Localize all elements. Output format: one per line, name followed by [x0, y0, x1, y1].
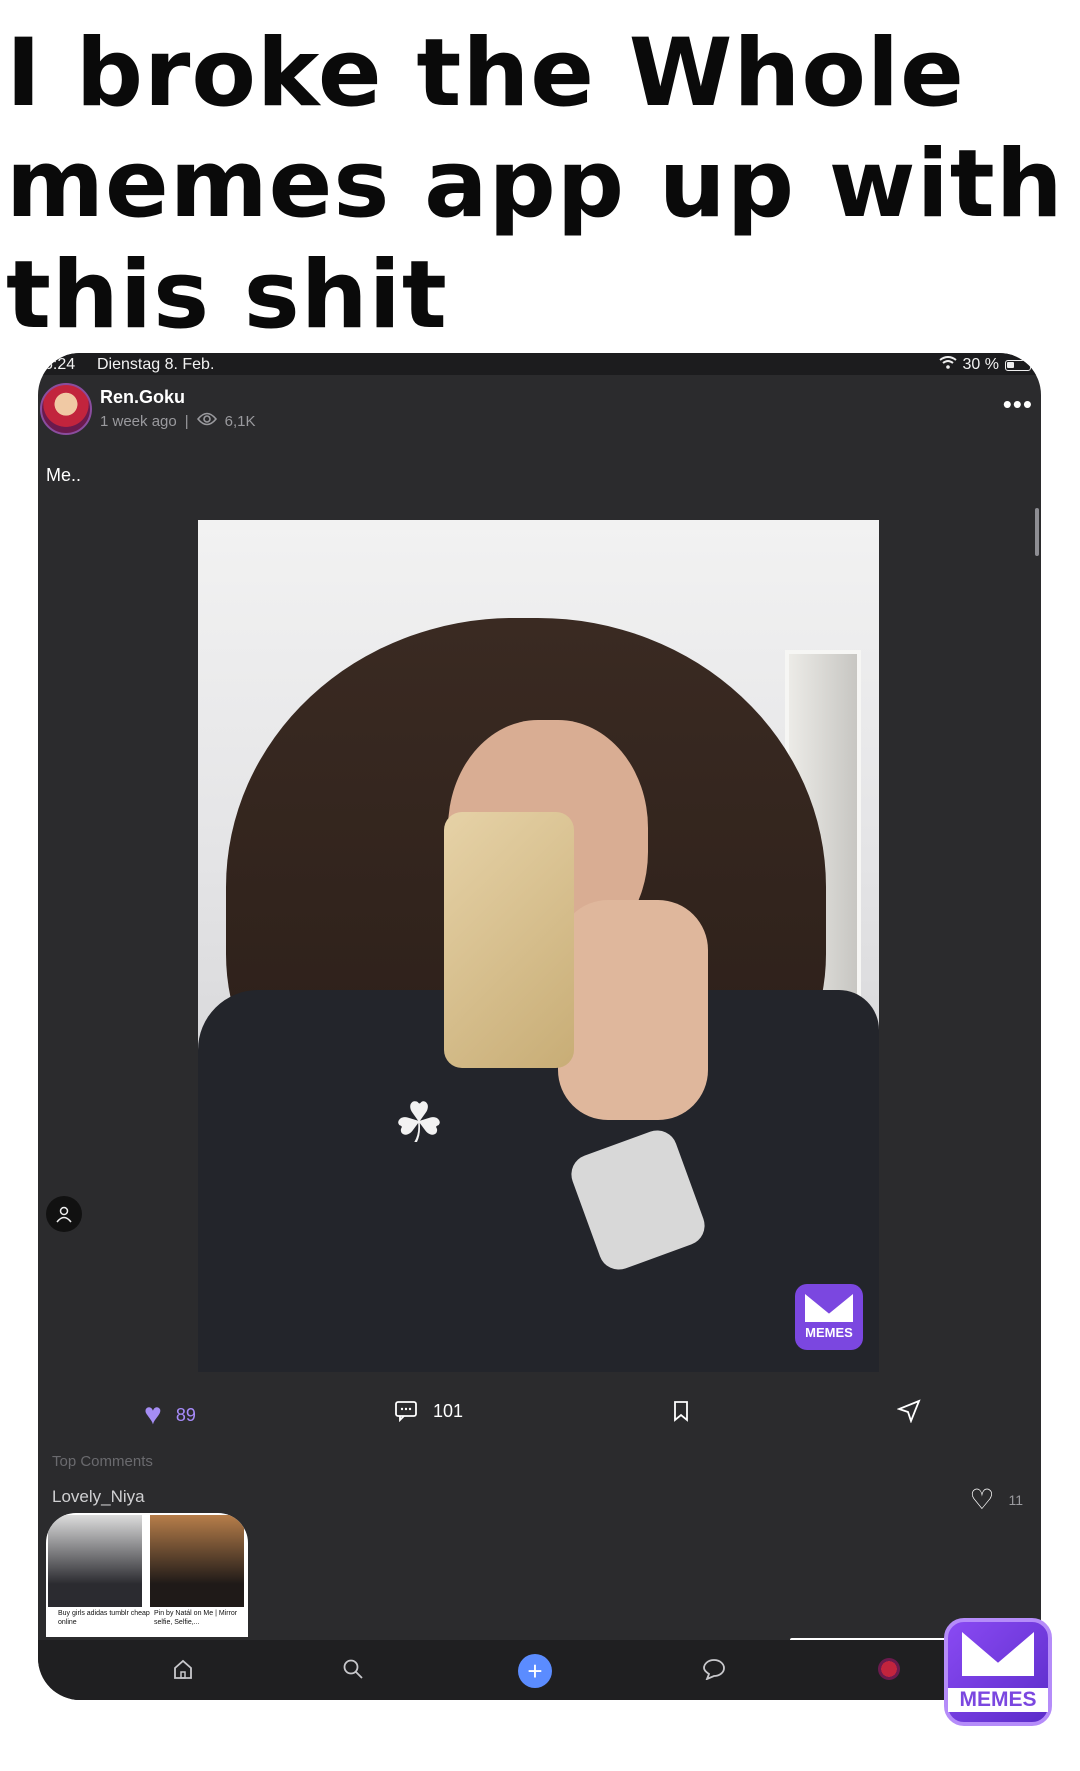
plus-icon[interactable]: + [518, 1654, 552, 1688]
user-icon[interactable] [46, 1196, 82, 1232]
avatar[interactable] [40, 383, 92, 435]
memes-watermark: MEMES [795, 1284, 863, 1350]
scrollbar[interactable] [1035, 508, 1039, 556]
search-icon[interactable] [342, 1658, 364, 1686]
comment-count: 101 [433, 1400, 464, 1421]
wifi-icon [938, 356, 957, 374]
memes-app-logo: MEMES [944, 1618, 1052, 1726]
battery-icon [1005, 359, 1031, 371]
post-username[interactable]: Ren.Goku [100, 387, 185, 408]
post-meta: 1 week ago | 6,1K [100, 412, 256, 430]
post-image[interactable]: ☘ MEMES [198, 520, 879, 1372]
envelope-icon [962, 1632, 1034, 1676]
comment-thumb-1 [48, 1515, 142, 1607]
meme-caption: I broke the Whole memes app up with this… [6, 19, 1064, 350]
chat-icon[interactable] [702, 1658, 726, 1686]
share-button[interactable] [896, 1398, 922, 1424]
home-icon[interactable] [172, 1658, 194, 1686]
comment-button[interactable]: 101 [393, 1398, 463, 1424]
status-date: Dienstag 8. Feb. [97, 356, 215, 373]
like-button[interactable]: ♥ 89 [144, 1398, 196, 1432]
comment-like-count: 11 [1008, 1491, 1023, 1508]
comment-like-button[interactable]: ♡ 11 [969, 1483, 1023, 1516]
status-bar: 6:24 Dienstag 8. Feb. 30 % [38, 353, 1041, 375]
send-icon [896, 1398, 922, 1424]
bottom-nav: + [38, 1640, 1041, 1700]
bookmark-button[interactable] [668, 1398, 694, 1424]
comment-thumb-2 [150, 1515, 244, 1607]
meta-separator: | [184, 412, 189, 430]
status-time: 6:24 [44, 356, 76, 373]
shirt-logo: ☘ [393, 1091, 445, 1154]
post-actions: ♥ 89 101 [38, 1398, 1041, 1438]
photo-hand [558, 900, 708, 1120]
battery-percentage: 30 % [962, 356, 999, 373]
tablet-screenshot: 6:24 Dienstag 8. Feb. 30 % Ren.Goku 1 we… [38, 353, 1041, 1700]
status-right: 30 % [938, 356, 1031, 374]
comment-image[interactable]: Buy girls adidas tumblr cheap online Pin… [46, 1513, 248, 1637]
like-count: 89 [175, 1404, 196, 1425]
heart-icon: ♥ [144, 1398, 162, 1431]
eye-icon [196, 412, 217, 430]
comment-username[interactable]: Lovely_Niya [52, 1487, 145, 1507]
comment-icon [393, 1398, 419, 1424]
post-text: Me.. [46, 465, 82, 485]
heart-outline-icon: ♡ [969, 1484, 995, 1515]
post-views: 6,1K [224, 412, 256, 430]
memes-logo-text: MEMES [948, 1688, 1048, 1712]
bookmark-icon [668, 1398, 694, 1424]
top-comments-label: Top Comments [52, 1453, 153, 1470]
comment-thumb-caption-2: Pin by Natál on Me | Mirror selfie, Self… [154, 1610, 238, 1626]
profile-icon[interactable] [878, 1658, 900, 1680]
more-icon[interactable]: ••• [1003, 389, 1033, 420]
comment-thumb-caption-1: Buy girls adidas tumblr cheap online [58, 1610, 150, 1626]
photo-phone [444, 812, 574, 1068]
post-time-ago: 1 week ago [100, 412, 177, 430]
